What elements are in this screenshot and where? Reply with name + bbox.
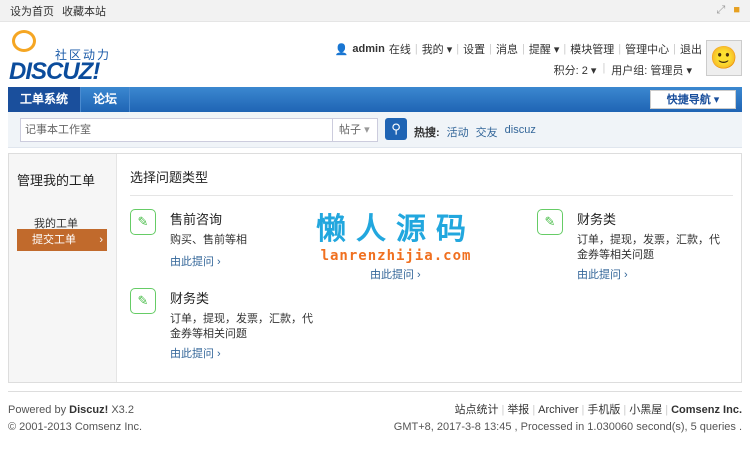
sidebar-title: 管理我的工单: [17, 173, 96, 188]
content: 选择问题类型 ✎ 售前咨询 购买、售前等相 由此提问 › 懒人源码 lanren…: [130, 154, 733, 360]
nav-forum[interactable]: 论坛: [81, 87, 131, 112]
notice-menu[interactable]: 提醒 ▾: [529, 41, 560, 57]
username-link[interactable]: admin: [352, 43, 384, 55]
footer-link[interactable]: 手机版: [587, 404, 620, 416]
points-menu[interactable]: 积分: 2 ▾: [554, 62, 597, 78]
discuz-link[interactable]: Discuz!: [69, 404, 108, 416]
hot-link[interactable]: 交友: [476, 124, 498, 140]
sidebar: 管理我的工单 我的工单 提交工单 ›: [9, 154, 117, 382]
footer-link[interactable]: 站点统计: [454, 404, 498, 416]
hot-link[interactable]: 活动: [447, 124, 469, 140]
search-icon: ⚲: [391, 121, 401, 136]
module-admin-link[interactable]: 模块管理: [570, 41, 614, 57]
avatar[interactable]: 🙂: [706, 40, 742, 76]
main-panel: 管理我的工单 我的工单 提交工单 › 选择问题类型 ✎ 售前咨询 购买、售前等相 …: [8, 153, 742, 383]
nav-ticket-system[interactable]: 工单系统: [8, 87, 82, 112]
search-type-select[interactable]: 帖子 ▾: [332, 118, 378, 142]
content-title: 选择问题类型: [130, 154, 733, 196]
footer-link[interactable]: Comsenz Inc.: [671, 404, 742, 416]
ask-link[interactable]: 由此提问 ›: [577, 266, 628, 282]
fullscreen-icon[interactable]: ⤢: [717, 4, 726, 17]
my-menu[interactable]: 我的 ▾: [422, 41, 453, 57]
ask-link[interactable]: 由此提问 ›: [370, 266, 421, 282]
admin-center-link[interactable]: 管理中心: [625, 41, 669, 57]
footer-stats: GMT+8, 2017-3-8 13:45 , Processed in 1.0…: [393, 421, 742, 433]
style-icon[interactable]: ■: [733, 4, 740, 17]
settings-link[interactable]: 设置: [463, 41, 485, 57]
footer-link[interactable]: Archiver: [538, 404, 578, 416]
ask-link[interactable]: 由此提问 ›: [170, 345, 221, 361]
watermark: 懒人源码 lanrenzhijia.com: [316, 213, 476, 264]
search-button[interactable]: ⚲: [385, 118, 407, 140]
messages-link[interactable]: 消息: [496, 41, 518, 57]
hot-link[interactable]: discuz: [505, 124, 536, 140]
logout-link[interactable]: 退出: [680, 41, 702, 57]
user-icon: 👤: [334, 43, 349, 56]
logo-bubble-icon: [12, 30, 36, 52]
main-nav: 工单系统 论坛 快捷导航 ▾: [8, 87, 742, 112]
online-status: 在线: [388, 44, 411, 56]
quick-nav-button[interactable]: 快捷导航 ▾: [650, 90, 736, 109]
pencil-icon: ✎: [537, 209, 563, 235]
bookmark-link[interactable]: 收藏本站: [62, 3, 106, 19]
sidebar-item-submit-ticket[interactable]: 提交工单 ›: [17, 229, 107, 251]
search-bar: 记事本工作室 帖子 ▾ ⚲ 热搜: 活动 交友 discuz: [8, 112, 742, 148]
user-bar: 👤 admin 在线 | 我的 ▾ | 设置 | 消息 | 提醒 ▾ | 模块管理 | 管理…: [334, 41, 702, 57]
logo[interactable]: 社区动力 DISCUZ!: [9, 30, 129, 85]
usergroup-menu[interactable]: 用户组: 管理员 ▾: [611, 62, 692, 78]
ask-link[interactable]: 由此提问 ›: [170, 253, 221, 269]
footer: Powered by Discuz! X3.2 © 2001-2013 Coms…: [8, 391, 742, 433]
pencil-icon: ✎: [130, 209, 156, 235]
footer-link[interactable]: 小黑屋: [629, 404, 662, 416]
top-bar: 设为首页 收藏本站 ⤢ ■: [0, 0, 750, 22]
footer-link[interactable]: 举报: [507, 404, 529, 416]
hot-label: 热搜:: [414, 127, 440, 139]
copyright: © 2001-2013 Comsenz Inc.: [8, 421, 143, 433]
search-input[interactable]: 记事本工作室: [20, 118, 333, 142]
pencil-icon: ✎: [130, 288, 156, 314]
set-home-link[interactable]: 设为首页: [10, 3, 54, 19]
